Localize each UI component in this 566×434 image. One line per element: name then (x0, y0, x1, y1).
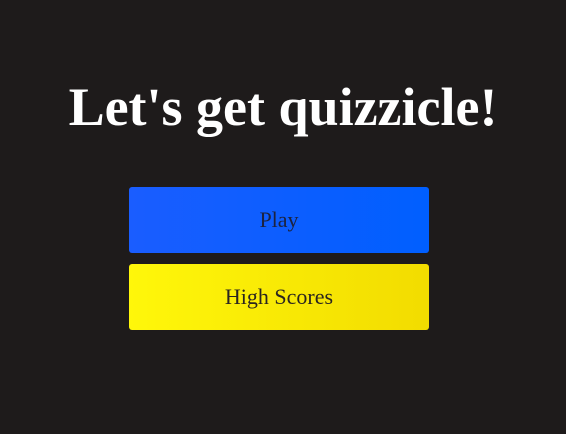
high-scores-button[interactable]: High Scores (129, 264, 429, 330)
main-screen: Let's get quizzicle! Play High Scores (0, 0, 566, 434)
play-button[interactable]: Play (129, 187, 429, 253)
high-scores-button-label: High Scores (224, 284, 334, 309)
page-title: Let's get quizzicle! (68, 77, 498, 137)
play-button-label: Play (259, 207, 299, 232)
